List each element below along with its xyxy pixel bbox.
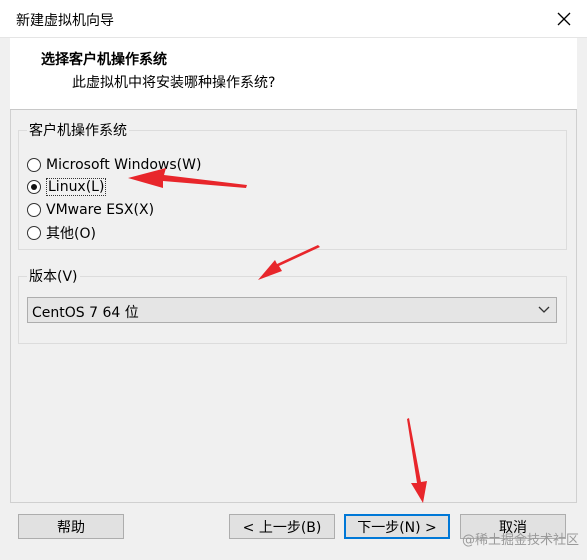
title-bar: 新建虚拟机向导 [0, 0, 587, 38]
radio-button[interactable] [27, 158, 41, 172]
watermark: @稀土掘金技术社区 [461, 533, 579, 548]
guest-os-legend: 客户机操作系统 [27, 120, 129, 140]
version-legend: 版本(V) [27, 266, 80, 286]
footer-divider [10, 502, 577, 503]
radio-button[interactable] [27, 226, 41, 240]
chevron-down-icon [538, 306, 550, 313]
radio-linux[interactable]: Linux(L) [27, 177, 107, 197]
radio-vmware-esx[interactable]: VMware ESX(X) [27, 200, 154, 220]
wizard-header: 选择客户机操作系统 此虚拟机中将安装哪种操作系统? [10, 38, 577, 110]
window-title: 新建虚拟机向导 [16, 13, 114, 29]
next-button-label: 下一步(N) > [357, 519, 437, 536]
back-button[interactable]: < 上一步(B) [229, 514, 335, 539]
next-button[interactable]: 下一步(N) > [344, 514, 450, 539]
page-title: 选择客户机操作系统 [41, 52, 167, 68]
radio-label: 其他(O) [46, 226, 96, 242]
help-button-label: 帮助 [57, 519, 85, 536]
radio-button[interactable] [27, 203, 41, 217]
page-subtitle: 此虚拟机中将安装哪种操作系统? [72, 75, 276, 91]
radio-label: Linux(L) [46, 178, 107, 196]
close-button[interactable] [541, 0, 587, 38]
version-selected-value: CentOS 7 64 位 [32, 305, 139, 321]
version-select[interactable]: CentOS 7 64 位 [27, 297, 557, 323]
close-icon [557, 12, 571, 26]
radio-button-selected[interactable] [27, 180, 41, 194]
radio-label: VMware ESX(X) [46, 202, 155, 218]
back-button-label: < 上一步(B) [242, 519, 322, 536]
radio-other[interactable]: 其他(O) [27, 223, 96, 243]
radio-windows[interactable]: Microsoft Windows(W) [27, 155, 201, 175]
help-button[interactable]: 帮助 [18, 514, 124, 539]
radio-label: Microsoft Windows(W) [46, 157, 202, 173]
